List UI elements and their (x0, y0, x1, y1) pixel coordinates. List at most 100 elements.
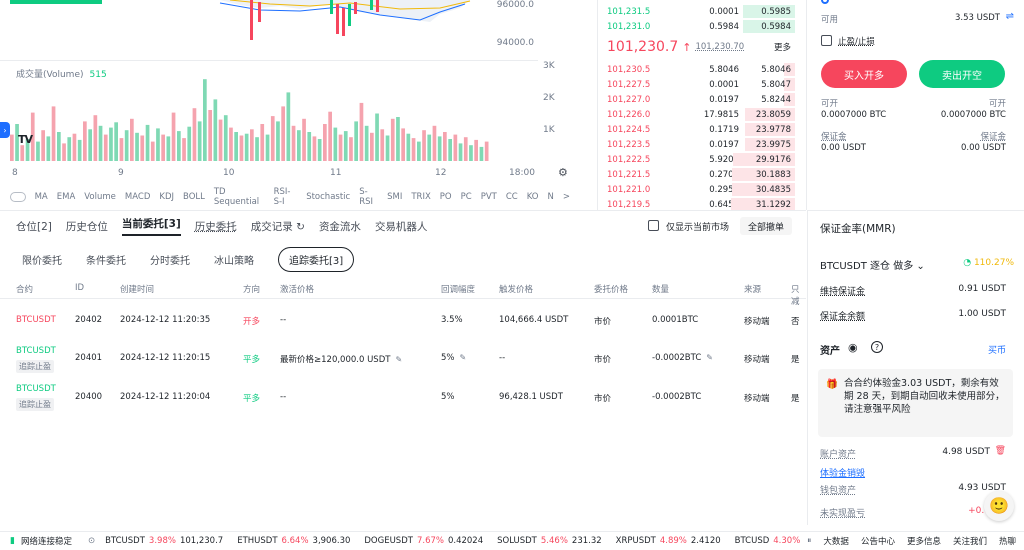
tab-position-history[interactable]: 历史仓位 (66, 219, 108, 234)
trash-icon[interactable]: 🗑 (995, 446, 1006, 456)
ticker-item[interactable]: ETHUSDT 6.64% 3,906.30 (237, 536, 350, 546)
indicator-ma[interactable]: MA (35, 192, 48, 202)
time-tick: 8 (12, 168, 18, 178)
edit-pencil-icon[interactable]: ✎ (395, 355, 402, 364)
orderbook-ask-row[interactable]: 101,230.5 5.8046 5.8046 (599, 62, 805, 77)
row-symbol[interactable]: BTCUSDT (16, 315, 56, 325)
maint-margin-label: 维持保证金 (820, 287, 866, 297)
volume-bar (103, 134, 108, 161)
row-symbol[interactable]: BTCUSDT (16, 384, 56, 394)
indicator-boll[interactable]: BOLL (183, 192, 205, 202)
footer-link-bigdata[interactable]: 大数据 (823, 535, 849, 547)
settings-icon[interactable]: ⊙ (88, 536, 95, 546)
orderbook-bid-row[interactable]: 101,231.5 0.0001 0.5985 (599, 4, 805, 19)
ticker-item[interactable]: SOLUSDT 5.46% 231.32 (497, 536, 602, 546)
candle (330, 0, 333, 14)
footer-link-follow[interactable]: 关注我们 (953, 535, 987, 547)
indicator-cc[interactable]: CC (506, 192, 518, 202)
tab-positions[interactable]: 仓位[2] (16, 219, 52, 234)
volume-bar (145, 124, 150, 161)
indicator-n[interactable]: N (548, 192, 554, 202)
support-bot-icon[interactable]: 🙂 (984, 491, 1014, 521)
ticker-change: 4.89% (659, 536, 687, 546)
trial-destroy-link[interactable]: 体验金销毁 (820, 466, 865, 479)
row-id: 20400 (75, 392, 103, 402)
orderbook-bid-row[interactable]: 101,231.0 0.5984 0.5984 (599, 19, 805, 34)
indicator-kdj[interactable]: KDJ (159, 192, 174, 202)
row-symbol[interactable]: BTCUSDT (16, 346, 56, 356)
orderbook-ask-row[interactable]: 101,227.5 0.0001 5.8047 (599, 77, 805, 92)
tpsl-checkbox[interactable] (821, 35, 832, 46)
indicator-rsi[interactable]: RSI-S-I (274, 187, 298, 207)
indicator-srsi[interactable]: S-RSI (359, 187, 378, 207)
orderbook-ask-row[interactable]: 101,221.0 0.2952 30.4835 (599, 182, 805, 197)
subtab-limit[interactable]: 限价委托 (22, 252, 62, 267)
orderbook-ask-row[interactable]: 101,224.5 0.1719 23.9778 (599, 122, 805, 137)
indicator-volume[interactable]: Volume (84, 192, 116, 202)
position-symbol[interactable]: BTCUSDT 逐仓 做多 ⌄ (820, 257, 925, 272)
footer-link-chat[interactable]: 热聊 (999, 535, 1016, 547)
volume-bar (427, 134, 432, 161)
indicator-smi[interactable]: SMI (387, 192, 402, 202)
subtab-twap[interactable]: 分时委托 (150, 252, 190, 267)
transfer-icon[interactable]: ⇌ (1006, 11, 1014, 22)
ticker-symbol: BTCUSDT (105, 536, 145, 546)
settings-gear-icon[interactable]: ⚙ (558, 166, 568, 179)
ticker-item[interactable]: BTCUSDT 3.98% 101,230.7 (105, 536, 223, 546)
ask-qty: 0.0197 (709, 139, 739, 150)
indicator-td[interactable]: TD Sequential (214, 187, 265, 207)
tab-funding-flow[interactable]: 资金流水 (319, 219, 361, 234)
edit-pencil-icon[interactable]: ✎ (460, 353, 467, 362)
orderbook-ask-row[interactable]: 101,227.0 0.0197 5.8244 (599, 92, 805, 107)
ticker-item[interactable]: DOGEUSDT 7.67% 0.42024 (364, 536, 483, 546)
indicator-pvt[interactable]: PVT (481, 192, 497, 202)
help-icon[interactable]: ? (871, 341, 883, 353)
tab-trading-bots[interactable]: 交易机器人 (375, 219, 428, 234)
ticker-symbol: DOGEUSDT (364, 536, 413, 546)
ticker-item[interactable]: BTCUSD 4.30% (735, 536, 805, 546)
orderbook-ask-row[interactable]: 101,223.5 0.0197 23.9975 (599, 137, 805, 152)
indicator-toggle[interactable] (10, 192, 26, 202)
cancel-all-button[interactable]: 全部撤单 (740, 217, 792, 235)
chart-panel[interactable]: 96000.0 94000.0 成交量(Volume) 515 3K 2K 1K … (0, 0, 598, 210)
candle (258, 2, 261, 22)
orderbook-ask-row[interactable]: 101,222.5 5.9201 29.9176 (599, 152, 805, 167)
expand-handle-icon[interactable]: › (0, 122, 10, 138)
footer-link-announcements[interactable]: 公告中心 (861, 535, 895, 547)
indicator-pc[interactable]: PC (461, 192, 472, 202)
indicator-ema[interactable]: EMA (57, 192, 76, 202)
more-button[interactable]: 更多 (774, 41, 791, 53)
only-current-label: 仅显示当前市场 (666, 223, 730, 233)
indicator-ko[interactable]: KO (527, 192, 539, 202)
edit-pencil-icon[interactable]: ✎ (706, 353, 713, 362)
ask-qty: 0.1719 (709, 124, 739, 135)
radio-icon[interactable] (821, 0, 829, 4)
volume-panel[interactable]: 成交量(Volume) 515 3K 2K 1K (0, 60, 555, 163)
indicator-stoch[interactable]: Stochastic (306, 192, 350, 202)
tab-order-history[interactable]: 历史委托 (195, 219, 237, 234)
eye-icon[interactable]: ◉ (848, 341, 858, 354)
indicator-trix[interactable]: TRIX (411, 192, 430, 202)
pause-icon[interactable]: ⏸ (807, 536, 811, 546)
candle (348, 4, 351, 26)
only-current-checkbox[interactable] (648, 220, 659, 231)
row-source: 移动端 (744, 355, 770, 365)
ticker-item[interactable]: XRPUSDT 4.89% 2.4120 (616, 536, 721, 546)
col-activate: 激活价格 (280, 285, 315, 295)
candlestick-chart[interactable]: 96000.0 94000.0 (0, 0, 538, 60)
indicator-macd[interactable]: MACD (125, 192, 150, 202)
subtab-conditional[interactable]: 条件委托 (86, 252, 126, 267)
orderbook-ask-row[interactable]: 101,221.5 0.2707 30.1883 (599, 167, 805, 182)
candlestick-svg (10, 0, 471, 40)
footer-link-more[interactable]: 更多信息 (907, 535, 941, 547)
sell-short-button[interactable]: 卖出开空 (919, 60, 1005, 88)
buy-long-button[interactable]: 买入开多 (821, 60, 907, 88)
indicator-po[interactable]: PO (440, 192, 452, 202)
buy-coin-link[interactable]: 买币 (988, 343, 1006, 356)
subtab-iceberg[interactable]: 冰山策略 (214, 252, 254, 267)
subtab-trailing[interactable]: 追踪委托[3] (278, 246, 355, 272)
orderbook-ask-row[interactable]: 101,226.0 17.9815 23.8059 (599, 107, 805, 122)
indicator-next-icon[interactable]: > (563, 192, 570, 202)
tab-open-orders[interactable]: 当前委托[3] (121, 216, 181, 236)
tab-trade-history[interactable]: 成交记录 ↻ (251, 219, 305, 234)
